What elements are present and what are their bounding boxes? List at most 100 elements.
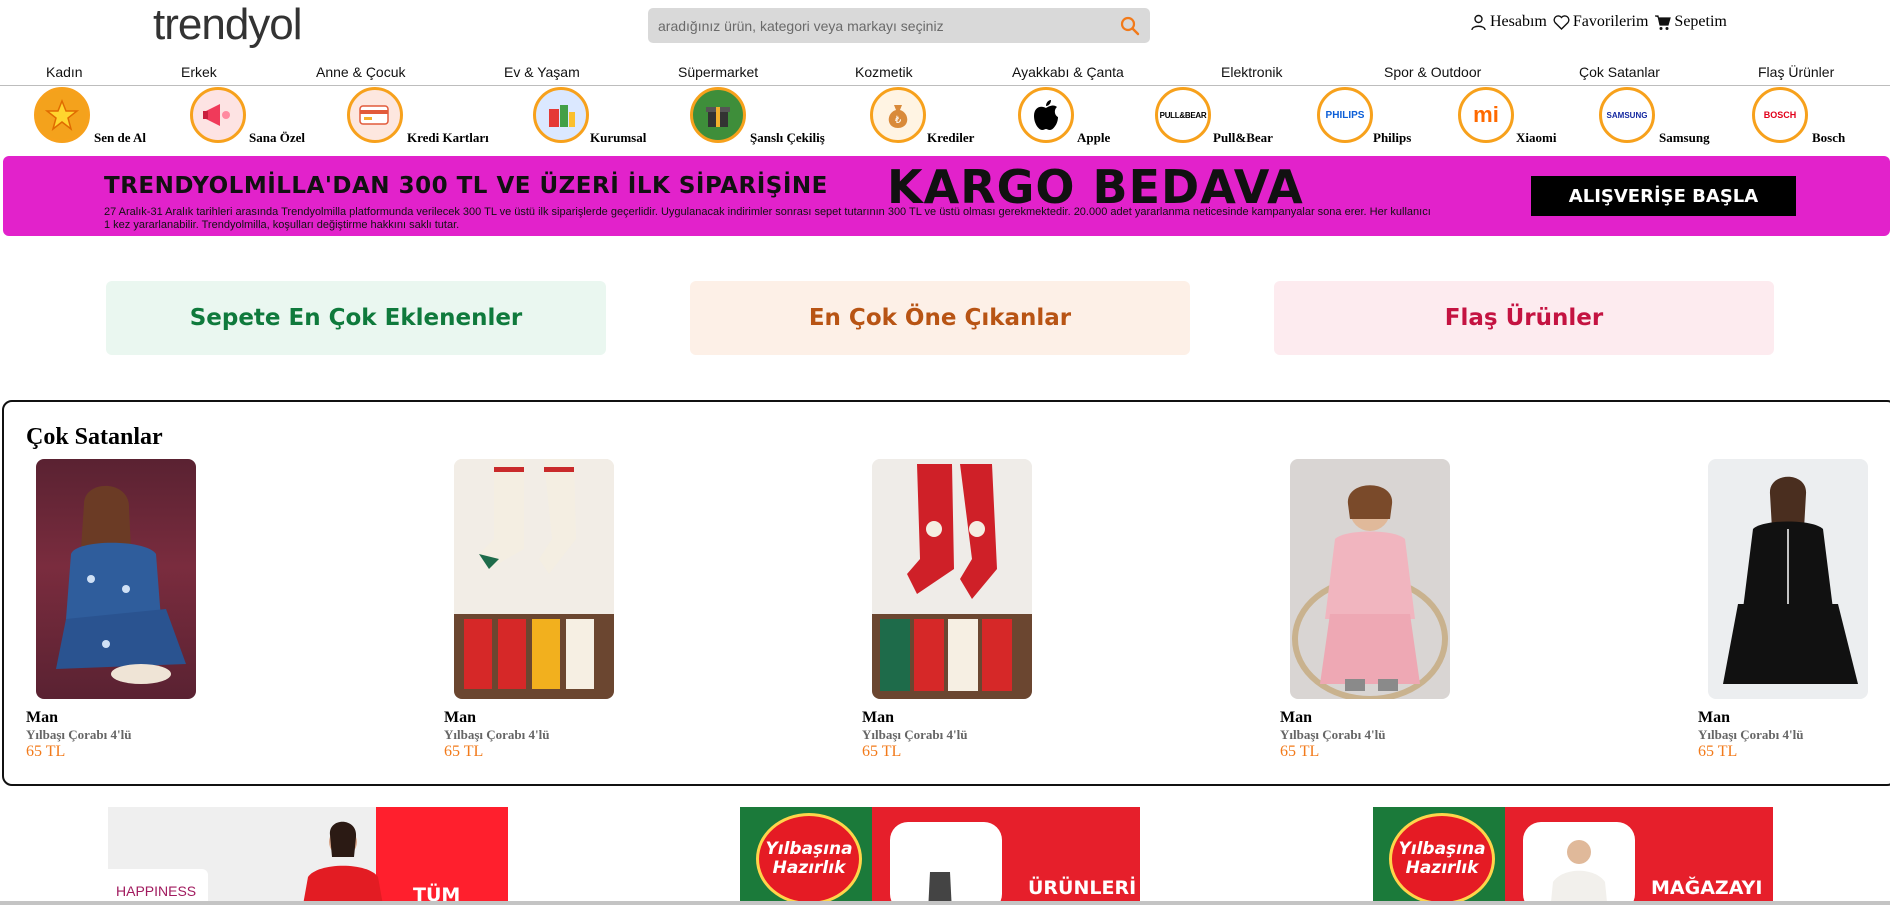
story-xiaomi[interactable]: mi Xiaomi <box>1458 87 1578 149</box>
featured-pill[interactable]: En Çok Öne Çıkanlar <box>690 281 1190 355</box>
story-philips[interactable]: PHILIPS Philips <box>1317 87 1437 149</box>
category-ayakkabi-canta[interactable]: Ayakkabı & Çanta <box>1012 64 1124 80</box>
favorites-link[interactable]: Favorilerim <box>1553 13 1649 31</box>
user-icon <box>1471 14 1486 30</box>
most-added-pill[interactable]: Sepete En Çok Eklenenler <box>106 281 606 355</box>
promo-card-happiness[interactable]: HAPPINESS TÜM <box>108 807 508 905</box>
search-input[interactable] <box>658 8 1098 43</box>
cart-link[interactable]: Sepetim <box>1654 13 1727 31</box>
story-label: Bosch <box>1812 130 1846 145</box>
product-brand: Man <box>444 709 476 726</box>
story-circle <box>34 87 90 143</box>
category-cok-satanlar[interactable]: Çok Satanlar <box>1579 64 1660 80</box>
megaphone-icon <box>203 104 230 126</box>
story-sen-de-al[interactable]: Sen de Al <box>34 87 154 149</box>
story-circle <box>190 87 246 143</box>
philips-logo: PHILIPS <box>1325 109 1365 121</box>
story-circle: BOSCH <box>1752 87 1808 143</box>
pink-pajama-image <box>1292 485 1448 699</box>
promo-text: ÜRÜNLERİ <box>1028 877 1137 899</box>
new-year-badge: Yılbaşına Hazırlık <box>1389 813 1495 905</box>
category-flas-urunler[interactable]: Flaş Ürünler <box>1758 64 1834 80</box>
banner-fineprint: 27 Aralık-31 Aralık tarihleri arasında T… <box>104 206 1431 231</box>
boot-image <box>928 872 952 905</box>
pull-bear-logo: PULL&BEAR <box>1159 110 1207 120</box>
account-label: Hesabım <box>1490 13 1547 30</box>
product-price: 65 TL <box>444 743 484 760</box>
trendyol-logo[interactable]: trendyol <box>153 0 303 50</box>
story-samsung[interactable]: SAMSUNG Samsung <box>1599 87 1719 149</box>
promo-card-products[interactable]: Yılbaşına Hazırlık ÜRÜNLERİ <box>740 807 1140 905</box>
product-price: 65 TL <box>1698 743 1738 760</box>
product-card[interactable]: Man Yılbaşı Çorabı 4'lü 65 TL <box>862 459 1062 779</box>
promo-card-store[interactable]: Yılbaşına Hazırlık MAĞAZAYI <box>1373 807 1773 905</box>
story-krediler[interactable]: ₺ Krediler <box>870 87 990 149</box>
story-label: Şanslı Çekiliş <box>750 130 825 145</box>
promo-text: MAĞAZAYI <box>1651 877 1763 899</box>
category-kadin[interactable]: Kadın <box>46 64 83 80</box>
product-card[interactable]: Man Yılbaşı Çorabı 4'lü 65 TL <box>1280 459 1480 779</box>
red-socks-image <box>872 459 1032 699</box>
story-circle: PULL&BEAR <box>1155 87 1211 143</box>
favorites-label: Favorilerim <box>1572 13 1649 30</box>
category-supermarket[interactable]: Süpermarket <box>678 64 758 80</box>
story-apple[interactable]: Apple <box>1018 87 1138 149</box>
product-photo-frame <box>890 822 1002 905</box>
account-link[interactable]: Hesabım <box>1470 13 1547 31</box>
story-sansli-cekilis[interactable]: Şanslı Çekiliş <box>690 87 840 149</box>
products-icon <box>549 105 575 127</box>
story-bosch[interactable]: BOSCH Bosch <box>1752 87 1872 149</box>
svg-text:₺: ₺ <box>895 115 902 126</box>
product-image[interactable] <box>1290 459 1450 699</box>
category-anne-cocuk[interactable]: Anne & Çocuk <box>316 64 406 80</box>
flash-products-pill[interactable]: Flaş Ürünler <box>1274 281 1774 355</box>
story-circle: mi <box>1458 87 1514 143</box>
search-icon[interactable] <box>1120 16 1140 36</box>
horizontal-scrollbar[interactable] <box>0 901 1890 905</box>
story-circle: PHILIPS <box>1317 87 1373 143</box>
category-ev-yasam[interactable]: Ev & Yaşam <box>504 64 580 80</box>
category-kozmetik[interactable]: Kozmetik <box>855 64 913 80</box>
story-label: Philips <box>1373 130 1412 145</box>
story-label: Xiaomi <box>1516 130 1557 145</box>
story-bar: Sen de Al Sana Özel Kredi Kartları Kurum… <box>0 87 1890 149</box>
category-erkek[interactable]: Erkek <box>181 64 217 80</box>
story-pull-bear[interactable]: PULL&BEAR Pull&Bear <box>1155 87 1285 149</box>
category-elektronik[interactable]: Elektronik <box>1221 64 1282 80</box>
user-links: Hesabım Favorilerim Sepetim <box>1470 13 1727 31</box>
product-card[interactable]: Man Yılbaşı Çorabı 4'lü 65 TL <box>444 459 644 779</box>
story-kurumsal[interactable]: Kurumsal <box>533 87 653 149</box>
product-image[interactable] <box>1708 459 1868 699</box>
product-card[interactable]: Man Yılbaşı Çorabı 4'lü 65 TL <box>26 459 226 779</box>
category-spor-outdoor[interactable]: Spor & Outdoor <box>1384 64 1481 80</box>
cart-icon <box>1655 14 1672 30</box>
banner-headline: TRENDYOLMİLLA'DAN 300 TL VE ÜZERİ İLK Sİ… <box>104 173 828 199</box>
star-icon <box>45 98 79 131</box>
product-card[interactable]: Man Yılbaşı Çorabı 4'lü 65 TL <box>1698 459 1890 779</box>
product-name: Yılbaşı Çorabı 4'lü <box>862 727 968 742</box>
story-label: Krediler <box>927 130 975 145</box>
shop-now-button[interactable]: ALIŞVERİŞE BAŞLA <box>1531 176 1796 216</box>
product-image[interactable] <box>454 459 614 699</box>
story-label: Apple <box>1077 130 1111 145</box>
samsung-logo: SAMSUNG <box>1606 110 1648 120</box>
product-image[interactable] <box>36 459 196 699</box>
product-image[interactable] <box>872 459 1032 699</box>
heart-icon <box>1553 14 1570 30</box>
header: trendyol Hesabım Favorilerim Sepetim <box>0 0 1890 50</box>
promo-banner[interactable]: TRENDYOLMİLLA'DAN 300 TL VE ÜZERİ İLK Sİ… <box>3 156 1890 236</box>
story-circle <box>1018 87 1074 143</box>
sweater-model-image <box>1550 840 1608 905</box>
story-label: Sen de Al <box>94 130 147 145</box>
new-year-badge: Yılbaşına Hazırlık <box>756 813 862 905</box>
story-kredi-kartlari[interactable]: Kredi Kartları <box>347 87 497 149</box>
search-bar[interactable] <box>648 8 1150 43</box>
story-sana-ozel[interactable]: Sana Özel <box>190 87 310 149</box>
story-circle: ₺ <box>870 87 926 143</box>
xiaomi-logo: mi <box>1473 102 1499 127</box>
category-nav: Kadın Erkek Anne & Çocuk Ev & Yaşam Süpe… <box>0 62 1890 86</box>
product-brand: Man <box>1280 709 1312 726</box>
product-price: 65 TL <box>26 743 66 760</box>
story-label: Kredi Kartları <box>407 130 489 145</box>
story-label: Sana Özel <box>249 130 305 145</box>
